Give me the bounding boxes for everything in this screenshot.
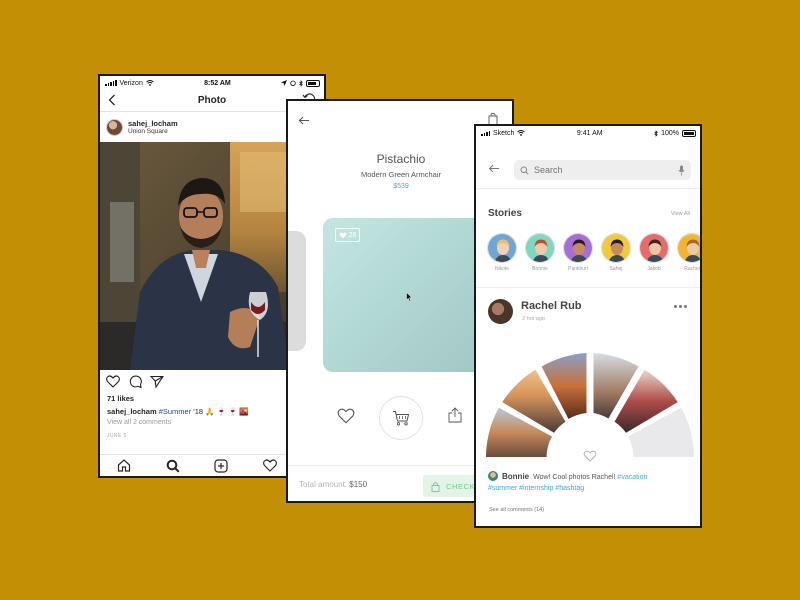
username[interactable]: sahej_locham [128, 119, 178, 128]
story-item[interactable]: Rachel [677, 233, 700, 272]
status-bar: Sketch 9:41 AM 100% [476, 126, 700, 140]
story-name: Jakob [647, 266, 661, 272]
back-arrow-icon[interactable] [488, 164, 500, 173]
see-all-comments-link[interactable]: See all comments (14) [489, 507, 544, 513]
battery-percent: 100% [661, 129, 679, 137]
story-item[interactable]: Pankhuri [563, 233, 593, 272]
story-name: Sahej [609, 266, 623, 272]
post-date: JUNE 5 [107, 433, 127, 439]
status-time: 9:41 AM [576, 129, 603, 137]
comment-author[interactable]: Bonnie [502, 472, 529, 481]
story-name: Nikole [495, 266, 509, 272]
photo-fan-gallery[interactable] [484, 351, 696, 463]
search-input[interactable] [534, 165, 673, 175]
story-avatar[interactable] [525, 233, 555, 263]
cart-icon [393, 411, 410, 426]
like-count: 26 [348, 231, 357, 239]
status-time: 8:52 AM [204, 79, 231, 87]
bluetooth-icon [299, 79, 303, 87]
story-avatar[interactable] [601, 233, 631, 263]
social-feed-screen: Sketch 9:41 AM 100% Stories View All Nik… [474, 124, 702, 528]
battery-icon [682, 129, 696, 137]
stories-heading: Stories [488, 208, 522, 219]
avatar[interactable] [106, 118, 123, 136]
story-avatar[interactable] [677, 233, 700, 263]
total-label: Total amount: [299, 480, 348, 489]
search-field[interactable] [514, 160, 691, 180]
previous-product-card[interactable] [288, 231, 306, 351]
caption-username[interactable]: sahej_locham [107, 407, 157, 416]
add-to-cart-button[interactable] [379, 396, 423, 440]
search-icon[interactable] [166, 459, 180, 473]
story-item[interactable]: Sahej [601, 233, 631, 272]
wifi-icon [517, 130, 526, 136]
story-item[interactable]: Jakob [639, 233, 669, 272]
wifi-icon [146, 80, 154, 86]
total-amount: Total amount: $150 [299, 480, 367, 489]
add-icon[interactable] [214, 458, 228, 473]
total-value: $150 [349, 480, 368, 489]
product-card[interactable]: 26 [323, 218, 483, 372]
heart-icon[interactable] [106, 375, 120, 388]
story-item[interactable]: Nikole [487, 233, 517, 272]
comment-text: Wow! Cool photos Rachel! [533, 474, 616, 481]
activity-icon[interactable] [262, 459, 277, 472]
post-time: 2 hrs ago [522, 316, 545, 322]
location-icon [280, 80, 287, 86]
avatar[interactable] [488, 471, 498, 481]
checkout-label: CHECK [446, 481, 476, 491]
location[interactable]: Union Square [128, 128, 178, 136]
story-item[interactable]: Bonnie [525, 233, 555, 272]
story-name: Bonnie [532, 266, 548, 272]
view-comments-link[interactable]: View all 2 comments [107, 419, 171, 426]
share-icon[interactable] [448, 407, 462, 423]
caption-text: '18 🙏 🍷 🍷 🌇 [191, 407, 249, 416]
home-icon[interactable] [117, 459, 131, 472]
search-bar-row [476, 153, 700, 189]
post-actions [106, 375, 164, 388]
comment-hashtags-line[interactable]: #summer #internship #hashtag [488, 485, 584, 492]
search-icon [520, 166, 529, 175]
stories-list: Nikole Bonnie Pankhuri Sahej Jakob Rachel [487, 233, 700, 272]
story-avatar[interactable] [487, 233, 517, 263]
back-arrow-icon[interactable] [298, 116, 310, 125]
carrier-label: Sketch [493, 129, 515, 137]
view-all-link[interactable]: View All [671, 211, 690, 217]
send-icon[interactable] [150, 375, 164, 388]
post-author[interactable]: Rachel Rub [521, 300, 582, 312]
comment: Bonnie Wow! Cool photos Rachel! #vacation… [488, 471, 688, 494]
cursor-icon [406, 292, 413, 302]
signal-icon [105, 80, 117, 86]
battery-icon [305, 79, 320, 87]
status-bar: Verizon 8:52 AM [100, 76, 324, 90]
lock-icon [431, 481, 440, 492]
comment-icon[interactable] [128, 375, 142, 388]
story-name: Pankhuri [568, 266, 588, 272]
story-avatar[interactable] [639, 233, 669, 263]
like-badge[interactable]: 26 [335, 228, 360, 242]
bluetooth-icon [654, 129, 658, 137]
heart-icon [339, 232, 347, 238]
alarm-icon [290, 80, 296, 86]
avatar[interactable] [488, 299, 513, 324]
story-name: Rachel [684, 266, 700, 272]
more-options-icon[interactable] [674, 305, 687, 308]
caption-hashtag[interactable]: #Summer [159, 407, 192, 416]
divider [476, 287, 700, 288]
heart-icon[interactable] [583, 450, 597, 462]
carrier-label: Verizon [119, 79, 143, 87]
story-avatar[interactable] [563, 233, 593, 263]
comment-hashtag[interactable]: #vacation [617, 474, 647, 481]
favorite-heart-icon[interactable] [337, 408, 355, 424]
likes-count[interactable]: 71 likes [107, 394, 134, 403]
caption: sahej_locham #Summer '18 🙏 🍷 🍷 🌇 [107, 407, 249, 416]
microphone-icon[interactable] [678, 165, 685, 176]
signal-icon [481, 130, 490, 136]
